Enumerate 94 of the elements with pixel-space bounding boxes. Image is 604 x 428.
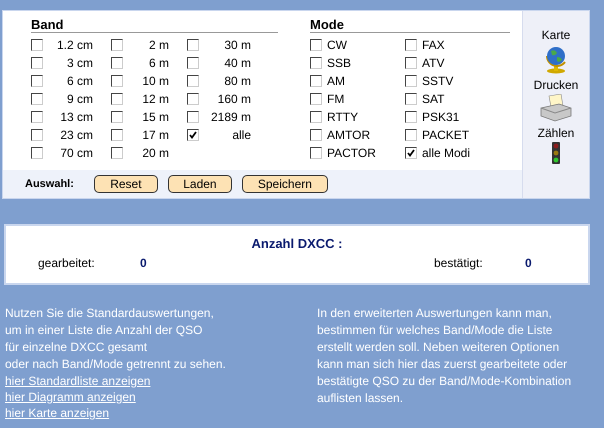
checkbox[interactable] [310, 57, 322, 69]
checkbox[interactable] [187, 129, 199, 141]
checkbox-label: PACTOR [327, 146, 376, 160]
info-text: bestätigte QSO zu der Band/Mode-Kombination [317, 373, 572, 390]
info-text: auflisten lassen. [317, 390, 404, 407]
group-title: Band [31, 17, 278, 33]
checkbox-label: alle [231, 128, 251, 142]
sidebar-label[interactable]: Karte [542, 28, 570, 42]
traffic-light-icon[interactable] [551, 142, 561, 164]
checkbox[interactable] [111, 129, 123, 141]
checkbox[interactable] [405, 75, 417, 87]
save-button[interactable]: Speichern [242, 175, 328, 193]
checkbox-label: 6 cm [66, 74, 93, 88]
checkbox-label: 40 m [223, 56, 251, 70]
checkbox-label: 10 m [141, 74, 169, 88]
checkbox-label: 6 m [148, 56, 169, 70]
checkbox[interactable] [111, 39, 123, 51]
checkbox-label: 23 cm [59, 128, 93, 142]
checkbox[interactable] [187, 75, 199, 87]
checkbox[interactable] [111, 147, 123, 159]
checkbox-label: FM [327, 92, 344, 106]
checkbox-label: 2189 m [210, 110, 251, 124]
checkbox[interactable] [310, 129, 322, 141]
checkbox-label: 9 cm [66, 92, 93, 106]
checkbox-label: AM [327, 74, 345, 88]
worked-count: 0 [140, 256, 148, 270]
checkbox[interactable] [405, 93, 417, 105]
panel-title: Anzahl DXCC : [252, 236, 342, 251]
info-text: Nutzen Sie die Standardauswertungen, [5, 305, 215, 322]
checkbox-label: 20 m [141, 146, 169, 160]
checkbox-label: 12 m [141, 92, 169, 106]
checkbox[interactable] [187, 93, 199, 105]
checkbox-label: AMTOR [327, 128, 370, 142]
checkbox[interactable] [31, 111, 43, 123]
group-title: Mode [310, 17, 510, 33]
checkbox-label: PSK31 [422, 110, 460, 124]
checkbox-label: 13 cm [59, 110, 93, 124]
checkbox[interactable] [111, 111, 123, 123]
checkbox[interactable] [187, 39, 199, 51]
checkbox[interactable] [31, 147, 43, 159]
info-text: bestimmen für welches Band/Mode die Liste [317, 322, 554, 339]
checkbox-label: 2 m [148, 38, 169, 52]
checkbox-label: 70 cm [59, 146, 93, 160]
checkbox-label: ATV [422, 56, 444, 70]
checkbox[interactable] [405, 111, 417, 123]
reset-button[interactable]: Reset [94, 175, 158, 193]
checkbox-label: 80 m [223, 74, 251, 88]
sidebar-label[interactable]: Drucken [534, 78, 578, 92]
checkbox[interactable] [405, 57, 417, 69]
checkbox[interactable] [405, 147, 417, 159]
checkbox[interactable] [405, 129, 417, 141]
checkbox-label: FAX [422, 38, 445, 52]
printer-icon[interactable] [539, 94, 573, 122]
info-text: erstellt werden soll. Neben weiteren Optionen [317, 339, 560, 356]
info-text: kann man sich hier das zuerst gearbeitete oder [317, 356, 568, 373]
checkbox[interactable] [187, 111, 199, 123]
info-text: für einzelne DXCC gesamt [5, 339, 148, 356]
checkbox[interactable] [310, 39, 322, 51]
checkbox-label: 3 cm [66, 56, 93, 70]
checkbox[interactable] [31, 39, 43, 51]
checkbox-label: 15 m [141, 110, 169, 124]
confirmed-count: 0 [525, 256, 532, 270]
checkbox-label: SAT [422, 92, 444, 106]
checkbox-label: 17 m [141, 128, 169, 142]
checkbox-label: CW [327, 38, 347, 52]
confirmed-label: bestätigt: [434, 256, 484, 270]
checkbox-label: 30 m [223, 38, 251, 52]
checkbox[interactable] [310, 147, 322, 159]
info-text: In den erweiterten Auswertungen kann man, [317, 305, 553, 322]
checkbox[interactable] [111, 93, 123, 105]
checkbox-label: PACKET [422, 128, 470, 142]
checkbox[interactable] [310, 111, 322, 123]
checkbox[interactable] [31, 129, 43, 141]
checkbox[interactable] [31, 57, 43, 69]
selection-label: Auswahl: [25, 178, 74, 190]
info-text: um in einer Liste die Anzahl der QSO [5, 322, 204, 339]
info-text: oder nach Band/Mode getrennt zu sehen. [5, 356, 227, 373]
checkbox[interactable] [111, 57, 123, 69]
checkbox[interactable] [111, 75, 123, 87]
checkbox[interactable] [310, 93, 322, 105]
checkbox[interactable] [405, 39, 417, 51]
checkbox[interactable] [310, 75, 322, 87]
checkbox[interactable] [31, 75, 43, 87]
checkbox-label: 160 m [216, 92, 251, 106]
checkbox-label: alle Modi [422, 146, 470, 160]
checkbox-label: 1.2 cm [56, 38, 93, 52]
load-button[interactable]: Laden [168, 175, 232, 193]
sidebar-label[interactable]: Zählen [538, 126, 574, 140]
worked-label: gearbeitet: [38, 256, 96, 270]
checkbox-label: SSTV [422, 74, 454, 88]
checkbox[interactable] [31, 93, 43, 105]
checkbox[interactable] [187, 57, 199, 69]
checkbox-label: RTTY [327, 110, 358, 124]
checkbox-label: SSB [327, 56, 352, 70]
